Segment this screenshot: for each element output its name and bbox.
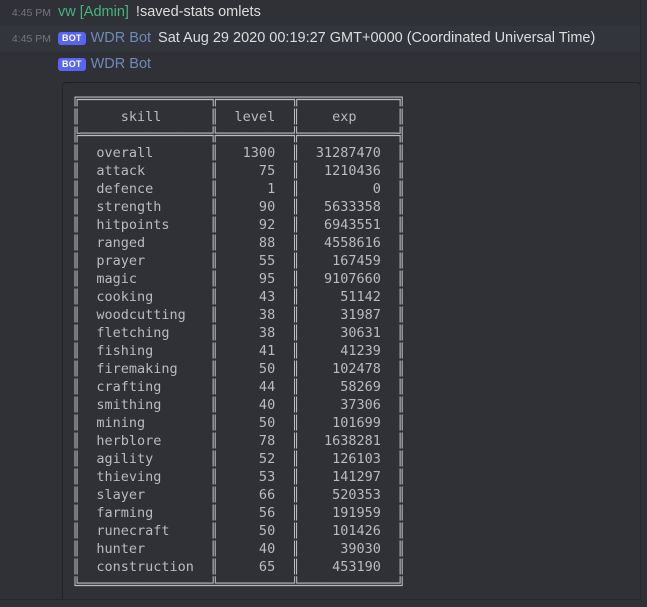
message-row-bot-date: 4:45 PM BOT WDR Bot Sat Aug 29 2020 00:1…	[0, 26, 640, 52]
message-timestamp: 4:45 PM	[11, 33, 51, 45]
stats-codeblock: ╔════════════════╦═════════╦════════════…	[62, 82, 640, 599]
message-row-bot-table: 4:45 PM BOT WDR Bot	[0, 52, 640, 78]
message-row-user: 4:45 PM vw [Admin] !saved-stats omlets	[0, 0, 640, 26]
message-author-name[interactable]: WDR Bot	[91, 54, 151, 75]
bot-badge: BOT	[58, 32, 86, 45]
codeblock-container: ╔════════════════╦═════════╦════════════…	[0, 78, 640, 599]
discord-chat-panel: 4:45 PM vw [Admin] !saved-stats omlets 4…	[0, 0, 641, 600]
message-author-name[interactable]: vw [Admin]	[58, 2, 129, 23]
message-text: !saved-stats omlets	[135, 4, 261, 20]
message-timestamp: 4:45 PM	[0, 54, 58, 76]
message-text: Sat Aug 29 2020 00:19:27 GMT+0000 (Coord…	[158, 30, 596, 46]
stats-table: ╔════════════════╦═════════╦════════════…	[72, 91, 406, 593]
bot-badge: BOT	[58, 58, 86, 71]
message-author-name[interactable]: WDR Bot	[91, 28, 151, 49]
message-timestamp: 4:45 PM	[11, 7, 51, 19]
